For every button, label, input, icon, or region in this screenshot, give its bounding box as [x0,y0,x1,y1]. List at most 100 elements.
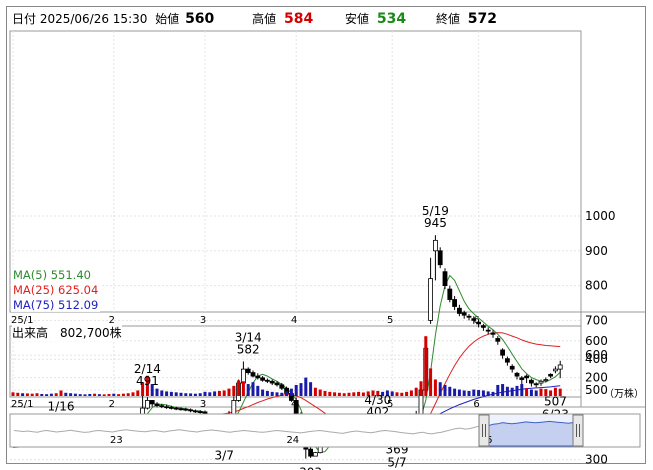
candle-down [188,409,194,412]
candle-down [500,349,506,356]
candle-down [308,448,314,457]
annotation-price: 945 [424,216,447,230]
volume-bar [352,392,356,396]
navigator-right-handle[interactable] [572,414,584,447]
candle-down [490,332,496,335]
candle-down [495,338,501,342]
volume-bar [97,394,101,396]
volume-unit: （万株） [604,389,644,400]
volume-bar [246,384,250,396]
candle-up [553,368,558,372]
volume-bar [25,393,29,396]
volume-bar [232,385,236,396]
candle-down [466,315,472,318]
volume-bar [462,390,466,396]
volume-bar [443,384,447,396]
volume-bar [539,388,543,396]
volume-bar [309,382,313,396]
volume-bar [131,392,135,396]
volume-bar [357,391,361,396]
volume-bar [429,368,433,396]
candle-down [447,288,453,300]
volume-bar [78,394,82,396]
volume-bar [227,388,231,396]
candle-down [173,407,179,410]
volume-bar [491,391,495,396]
volume-bar [30,393,34,396]
candle-down [178,408,184,411]
candle-down [279,384,285,389]
candle-down [456,307,462,314]
volume-bar [294,384,298,396]
candle-down [149,400,155,405]
volume-bar [136,390,140,396]
price-tick-label: 1000 [585,209,616,223]
candle-up [432,239,438,252]
volume-bar [453,388,457,396]
volume-bar [189,393,193,396]
volume-bar [155,388,159,396]
candle-down [197,411,203,413]
volume-bar [510,387,514,396]
volume-bar [289,388,293,396]
month-tick-label: 6 [473,399,479,410]
candle-down [480,325,486,328]
volume-bar [285,391,289,396]
volume-bar [102,394,106,396]
volume-bar [35,393,39,396]
volume-bar [261,389,265,396]
candle-up [428,278,434,321]
month-tick-label: 25/1 [11,399,33,410]
volume-bar [237,380,241,396]
navigator-selection-area [483,420,579,447]
volume-bar [88,393,92,396]
volume-bar [49,393,53,396]
volume-bar [529,389,533,396]
volume-bar [313,387,317,396]
volume-bar [299,383,303,396]
candle-down [269,380,275,384]
month-tick-label: 3 [200,399,206,410]
candle-down [164,406,170,409]
navigator-left-handle[interactable] [478,414,490,447]
candle-up [144,400,150,409]
volume-bar [184,393,188,396]
candle-down [524,375,529,379]
volume-bar [433,379,437,396]
volume-bar [179,392,183,396]
handle-body [572,414,584,447]
volume-bar [481,390,485,396]
candle-down [509,365,515,370]
candle-down [274,382,280,386]
volume-bar [323,390,327,396]
volume-bar [448,386,452,396]
volume-bar [251,382,255,396]
volume-bar [73,393,77,396]
volume-bar [347,392,351,396]
volume-bar [174,392,178,396]
volume-bar [438,382,442,396]
volume-bar [275,392,279,396]
volume-tick-label: 400 [585,352,608,366]
volume-bar [414,387,418,396]
price-tick-label: 900 [585,244,608,258]
volume-bar [505,386,509,396]
volume-bar [280,392,284,396]
candle-down [250,372,256,377]
candle-down [168,406,174,409]
volume-bar [40,393,44,396]
volume-bar [477,390,481,396]
volume-bar [457,389,461,396]
volume-bar [83,394,87,396]
candle-down [183,408,189,411]
candle-down [192,410,198,413]
candle-down [533,383,539,386]
candle-down [264,379,270,382]
volume-tick-label: 600 [585,334,608,348]
volume-bar [16,392,20,396]
volume-bar [169,391,173,396]
volume-bar [21,393,25,396]
candle-down [293,400,299,415]
volume-bar [525,388,529,396]
volume-bar [496,384,500,396]
